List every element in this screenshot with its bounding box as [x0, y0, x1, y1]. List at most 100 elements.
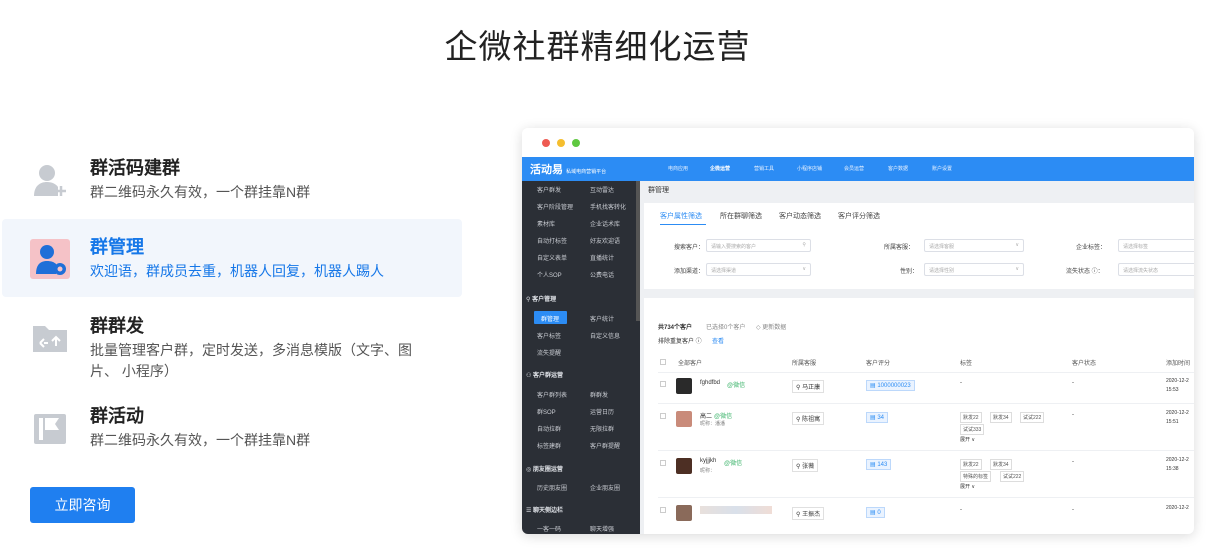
owner-badge: ⚲ 陈祖寓 [792, 412, 825, 425]
tag-chip: 默发22 [960, 459, 982, 470]
expand-link[interactable]: 展开 ∨ [960, 436, 975, 443]
status-cell: - [1072, 507, 1074, 513]
feature-group-broadcast[interactable]: 群群发 批量管理客户群，定时发送，多消息模版（文字、图片、 小程序） [2, 298, 462, 388]
update-data-link[interactable]: ◇ 更新数据 [756, 322, 786, 331]
tab-score-filter[interactable]: 客户评分筛选 [838, 211, 880, 221]
sidebar-item[interactable]: 客户群发 [537, 185, 561, 194]
topnav-item[interactable]: 会员运营 [844, 165, 864, 172]
tag-chip: 默发34 [990, 412, 1012, 423]
owner-badge: ⚲ 张薇 [792, 459, 819, 472]
sidebar-item[interactable]: 标签建群 [537, 441, 561, 450]
sidebar-item[interactable]: 客户群提醒 [590, 441, 620, 450]
sidebar-item[interactable]: 公费电话 [590, 270, 614, 279]
tab-group-filter[interactable]: 所在群聊筛选 [720, 211, 762, 221]
sidebar-item[interactable]: 运营日历 [590, 407, 614, 416]
chevron-down-icon: ∨ [802, 266, 806, 272]
expand-link[interactable]: 展开 ∨ [960, 483, 975, 490]
redacted-name [700, 506, 772, 514]
sidebar-item[interactable]: 自动打标签 [537, 236, 567, 245]
sidebar-item[interactable]: 自定义表单 [537, 253, 567, 262]
app-screenshot: 活动易 私域电商营销平台 电商应用 企微运营 营销工具 小程序店铺 会员运营 客… [522, 128, 1194, 534]
sidebar-item[interactable]: 个人SOP [537, 270, 562, 279]
loss-status-label: 流失状态 ⓘ： [1066, 269, 1104, 275]
corp-tag-select[interactable]: 请选择标签 [1118, 239, 1194, 252]
gender-label: 性别： [900, 269, 919, 275]
sidebar-item[interactable]: 直播统计 [590, 253, 614, 262]
feature-group-manage[interactable]: 群管理 欢迎语，群成员去重，机器人回复，机器人踢人 [2, 219, 462, 297]
user-add-icon [34, 165, 66, 196]
date-cell: 2020-12-2 [1166, 505, 1189, 511]
search-input[interactable]: 请输入要搜索的客户 ⚲ [706, 239, 811, 252]
tag-cell: - [960, 507, 962, 513]
folder-share-icon [33, 326, 67, 352]
sidebar-item[interactable]: 手机找客转化 [590, 202, 626, 211]
owner-badge: ⚲ 马正康 [792, 380, 825, 393]
sidebar-item[interactable]: 好友欢迎语 [590, 236, 620, 245]
tab-activity-filter[interactable]: 客户动态筛选 [779, 211, 821, 221]
sidebar-item[interactable]: 历史朋友圈 [537, 483, 567, 492]
channel-select[interactable]: 请选择渠道 ∨ [706, 263, 811, 276]
divider [658, 403, 1194, 404]
topnav-item[interactable]: 小程序店铺 [797, 165, 822, 172]
maximize-dot-icon [572, 139, 580, 147]
source-badge: @微信 [724, 461, 743, 467]
sidebar-item[interactable]: 企业话术库 [590, 219, 620, 228]
sidebar-item[interactable]: 流失提醒 [537, 348, 561, 357]
tag-chip: 特殊的标签 [960, 471, 992, 482]
sidebar-item[interactable]: 互动雷达 [590, 185, 614, 194]
consult-button[interactable]: 立即咨询 [30, 487, 135, 523]
feature-group-activity[interactable]: 群活动 群二维码永久有效，一个群挂靠N群 [2, 388, 462, 466]
selected-count: 已选择0个客户 [706, 325, 746, 331]
row-checkbox[interactable] [660, 413, 666, 419]
select-all-checkbox[interactable] [660, 359, 666, 365]
status-cell: - [1072, 380, 1074, 386]
avatar [676, 458, 692, 474]
col-header: 客户评分 [866, 361, 891, 367]
topnav-item[interactable]: 客户数据 [888, 165, 908, 172]
sidebar-item[interactable]: 素材库 [537, 219, 555, 228]
user-gear-icon [30, 239, 70, 279]
tag-chip: 试试222 [1020, 412, 1045, 423]
sidebar-item[interactable]: 聊天增强 [590, 524, 614, 533]
view-link[interactable]: 查看 [712, 336, 724, 345]
avatar [676, 505, 692, 521]
sidebar-item[interactable]: 客户标签 [537, 331, 561, 340]
topnav-item[interactable]: 营销工具 [754, 165, 774, 172]
sidebar-item[interactable]: 自动拉群 [537, 424, 561, 433]
source-badge: @微信 [714, 414, 733, 420]
date-cell: 2020-12-2 [1166, 457, 1189, 463]
time-cell: 15:38 [1166, 466, 1179, 472]
score-badge: ▤ 143 [866, 459, 892, 470]
tab-attribute-filter[interactable]: 客户属性筛选 [660, 211, 702, 221]
sidebar-section-group-ops: ⚇ 客户群运营 [526, 373, 564, 379]
sidebar-item-group-manage[interactable]: 群管理 [541, 314, 559, 323]
sidebar-section-moments: ◎ 朋友圈运营 [526, 467, 563, 473]
group-select[interactable]: 请选择客服 ∨ [924, 239, 1024, 252]
topnav-item[interactable]: 账户设置 [932, 165, 952, 172]
sidebar-section-customer: ⚲ 客户管理 [526, 297, 557, 303]
topnav-item[interactable]: 电商应用 [668, 165, 688, 172]
page-title: 企微社群精细化运营 [444, 28, 751, 65]
channel-label: 添加渠道： [674, 269, 705, 275]
sidebar-item[interactable]: 群SOP [537, 407, 556, 416]
row-checkbox[interactable] [660, 460, 666, 466]
sidebar-item[interactable]: 群群发 [590, 390, 608, 399]
feature-title: 群群发 [90, 316, 144, 336]
sidebar-item[interactable]: 客户阶段管理 [537, 202, 573, 211]
row-checkbox[interactable] [660, 507, 666, 513]
sidebar-item[interactable]: 一客一码 [537, 524, 561, 533]
total-count: 共734个客户 [658, 325, 693, 331]
sidebar-item[interactable]: 企业朋友圈 [590, 483, 620, 492]
sidebar-item[interactable]: 客户统计 [590, 314, 614, 323]
sidebar-item[interactable]: 自定义信息 [590, 331, 620, 340]
sidebar-item[interactable]: 客户群列表 [537, 390, 567, 399]
row-checkbox[interactable] [660, 381, 666, 387]
dedupe-label: 排除重复客户 ⓘ [658, 339, 702, 345]
gender-select[interactable]: 请选择性别 ∨ [924, 263, 1024, 276]
status-cell: - [1072, 412, 1074, 418]
loss-status-select[interactable]: 请选择流失状态 [1118, 263, 1194, 276]
topnav-item[interactable]: 企微运营 [710, 165, 730, 172]
customer-table: 共734个客户 已选择0个客户 ◇ 更新数据 排除重复客户 ⓘ 查看 全部客户 … [644, 298, 1194, 534]
feature-group-qrcode[interactable]: 群活码建群 群二维码永久有效，一个群挂靠N群 [2, 140, 462, 218]
sidebar-item[interactable]: 无限拉群 [590, 424, 614, 433]
